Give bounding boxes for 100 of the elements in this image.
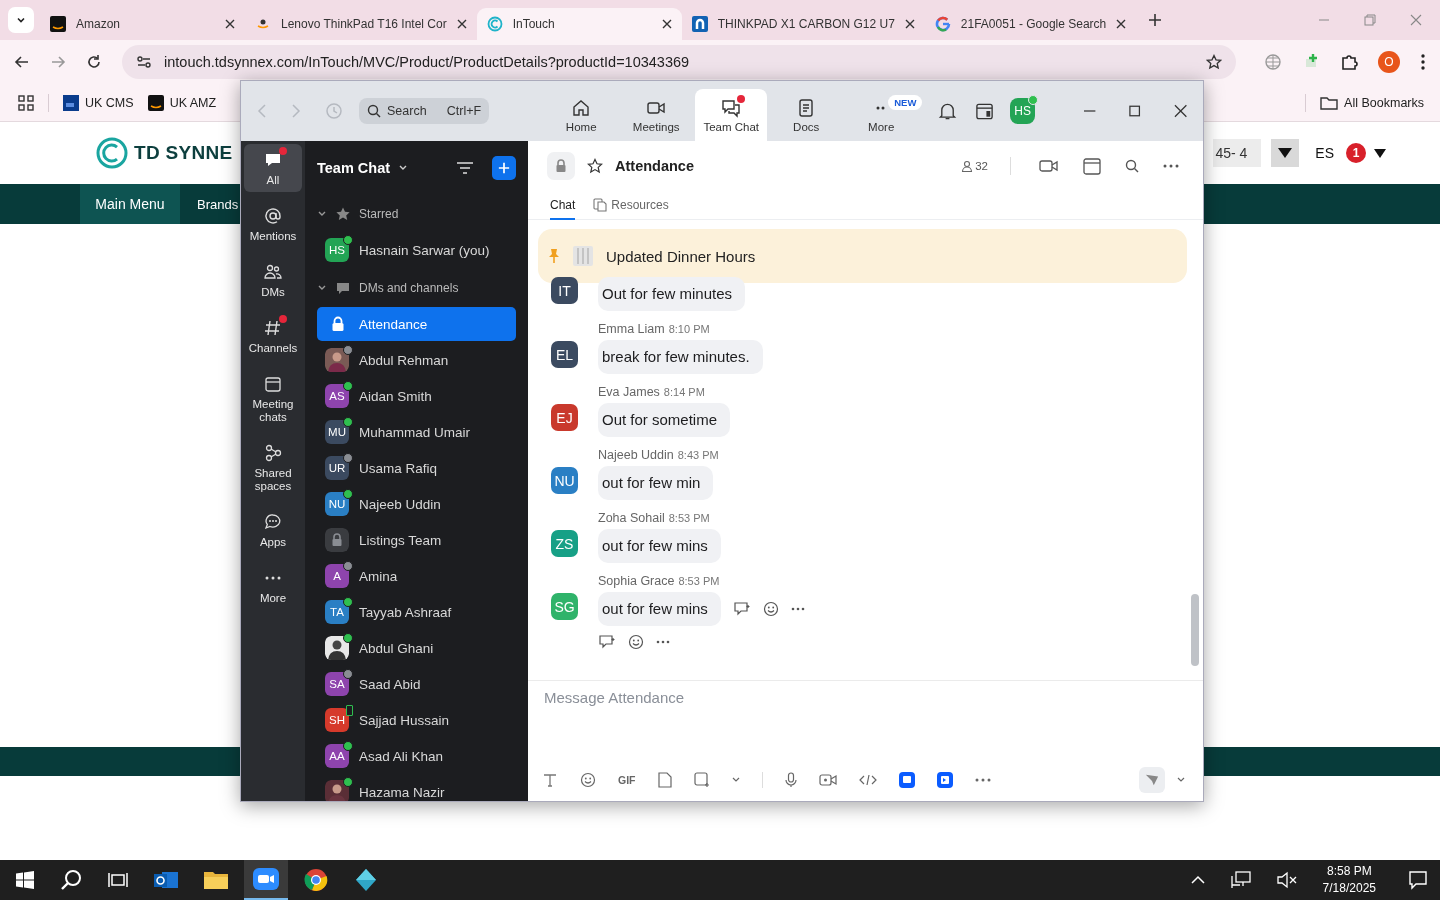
close-icon[interactable] — [1116, 19, 1127, 29]
menu-icon[interactable] — [1420, 53, 1426, 71]
diamond-app-icon[interactable] — [354, 868, 378, 892]
globe-icon[interactable] — [1264, 53, 1282, 71]
star-icon[interactable] — [587, 158, 603, 174]
more-icon[interactable] — [1163, 164, 1179, 168]
extensions-icon[interactable] — [1340, 53, 1358, 71]
rail-item[interactable]: Shared spaces — [244, 437, 302, 498]
close-icon[interactable] — [904, 19, 915, 29]
emoji-icon[interactable] — [580, 772, 596, 788]
apps-grid-icon[interactable] — [18, 94, 34, 111]
microphone-icon[interactable] — [784, 772, 797, 788]
more-icon[interactable] — [974, 778, 991, 782]
back-icon[interactable] — [14, 54, 30, 70]
team-chat-menu[interactable]: Team Chat — [317, 160, 409, 176]
rail-item[interactable]: More — [244, 562, 302, 610]
chevron-up-icon[interactable] — [1190, 875, 1205, 885]
screenshot-icon[interactable] — [693, 772, 710, 788]
rail-item[interactable]: Apps — [244, 506, 302, 554]
video-camera-icon[interactable] — [818, 773, 837, 787]
text-field[interactable]: 45- 4 — [1213, 139, 1262, 167]
chat-list-item[interactable]: MU Muhammad Umair — [317, 415, 516, 449]
close-icon[interactable] — [1173, 104, 1187, 118]
play-app-icon[interactable] — [936, 772, 953, 788]
code-icon[interactable] — [858, 773, 877, 787]
notifications-icon[interactable] — [1408, 870, 1428, 890]
browser-icon[interactable] — [304, 868, 328, 892]
maximize-icon[interactable] — [1128, 104, 1142, 118]
more-icon[interactable] — [790, 607, 805, 611]
chat-list-item[interactable]: Hazama Nazir — [317, 775, 516, 801]
start-icon[interactable] — [16, 871, 34, 889]
network-icon[interactable] — [1230, 871, 1251, 889]
all-bookmarks-button[interactable]: All Bookmarks — [1320, 94, 1424, 111]
more-icon[interactable] — [656, 640, 670, 644]
browser-tab[interactable]: InTouch — [476, 8, 682, 40]
chat-list-item[interactable]: TA Tayyab Ashraaf — [317, 595, 516, 629]
pinned-message-bar[interactable]: Updated Dinner Hours — [538, 229, 1187, 283]
add-button[interactable] — [492, 156, 516, 180]
profile-avatar[interactable]: O — [1378, 51, 1400, 73]
language-menu[interactable]: ES — [1315, 145, 1334, 161]
nav-menu-item[interactable]: Main Menu — [80, 184, 180, 224]
browser-tab[interactable]: THINKPAD X1 CARBON G12 U7 — [681, 8, 925, 40]
browser-tab[interactable]: Lenovo ThinkPad T16 Intel Cor — [245, 8, 477, 40]
reply-icon[interactable] — [732, 601, 751, 617]
calendar-icon[interactable] — [975, 101, 995, 121]
search-icon[interactable] — [60, 869, 82, 891]
filter-icon[interactable] — [456, 161, 474, 175]
chat-list-item[interactable]: SA Saad Abid — [317, 667, 516, 701]
calendar-icon[interactable] — [1083, 157, 1101, 175]
caret-icon[interactable] — [1374, 148, 1386, 158]
emoji-icon[interactable] — [762, 601, 779, 617]
member-count-button[interactable]: 32 — [955, 159, 994, 173]
video-camera-icon[interactable] — [1039, 158, 1059, 174]
rail-item[interactable]: All — [244, 144, 302, 192]
chat-tab[interactable]: Chat — [550, 191, 576, 220]
search-icon[interactable] — [1125, 159, 1139, 173]
nav-tab[interactable]: Meetings — [620, 89, 693, 141]
gif-button[interactable]: GIF — [618, 774, 636, 786]
new-tab-icon[interactable] — [1148, 13, 1163, 27]
close-icon[interactable] — [225, 19, 235, 29]
scrollbar-thumb[interactable] — [1191, 594, 1199, 666]
chat-list-item[interactable]: Abdul Ghani — [317, 631, 516, 665]
bookmark-link[interactable]: UK AMZ — [147, 94, 217, 111]
text-format-icon[interactable] — [542, 772, 558, 788]
chat-list-item[interactable]: Attendance — [317, 307, 516, 341]
clock[interactable]: 8:58 PM 7/18/2025 — [1322, 863, 1376, 897]
nav-menu-item[interactable]: Brands — [180, 184, 239, 224]
mute-icon[interactable] — [1276, 871, 1297, 889]
rail-item[interactable]: Mentions — [244, 200, 302, 248]
chat-list-item[interactable]: Abdul Rehman — [317, 343, 516, 377]
section-header[interactable]: DMs and channels — [317, 269, 516, 307]
send-button[interactable] — [1139, 767, 1165, 793]
chat-list-item[interactable]: HS Hasnain Sarwar (you) — [317, 233, 516, 267]
rail-item[interactable]: Channels — [244, 312, 302, 360]
browser-tab[interactable]: Amazon — [40, 8, 245, 40]
bookmark-link[interactable]: UK CMS — [63, 94, 134, 111]
nav-tab[interactable]: Team Chat — [695, 89, 768, 141]
reply-icon[interactable] — [598, 634, 616, 650]
task-view-icon[interactable] — [108, 871, 128, 889]
dropdown-button[interactable] — [1271, 139, 1300, 167]
forward-icon[interactable] — [50, 54, 66, 70]
address-bar[interactable]: intouch.tdsynnex.com/InTouch/MVC/Product/ProductDetails?productId=10343369 — [122, 45, 1236, 79]
chat-list-item[interactable]: Listings Team — [317, 523, 516, 557]
rail-item[interactable]: Meeting chats — [244, 368, 302, 429]
site-settings-icon[interactable] — [136, 54, 152, 70]
nav-tab[interactable]: Docs — [770, 89, 843, 141]
bell-icon[interactable] — [938, 101, 958, 121]
close-icon[interactable] — [456, 19, 467, 29]
file-icon[interactable] — [657, 772, 672, 788]
rail-item[interactable]: DMs — [244, 256, 302, 304]
chat-tab[interactable]: Resources — [593, 191, 669, 220]
section-header[interactable]: Starred — [317, 195, 516, 233]
search-field[interactable]: Search Ctrl+F — [359, 98, 490, 124]
video-app-icon[interactable] — [244, 860, 288, 900]
emoji-icon[interactable] — [628, 634, 644, 650]
close-icon[interactable] — [661, 19, 672, 29]
mail-app-icon[interactable] — [154, 869, 178, 891]
reload-icon[interactable] — [86, 54, 102, 70]
nav-tab[interactable]: Home — [545, 89, 618, 141]
browser-tab[interactable]: 21FA0051 - Google Search — [924, 8, 1137, 40]
